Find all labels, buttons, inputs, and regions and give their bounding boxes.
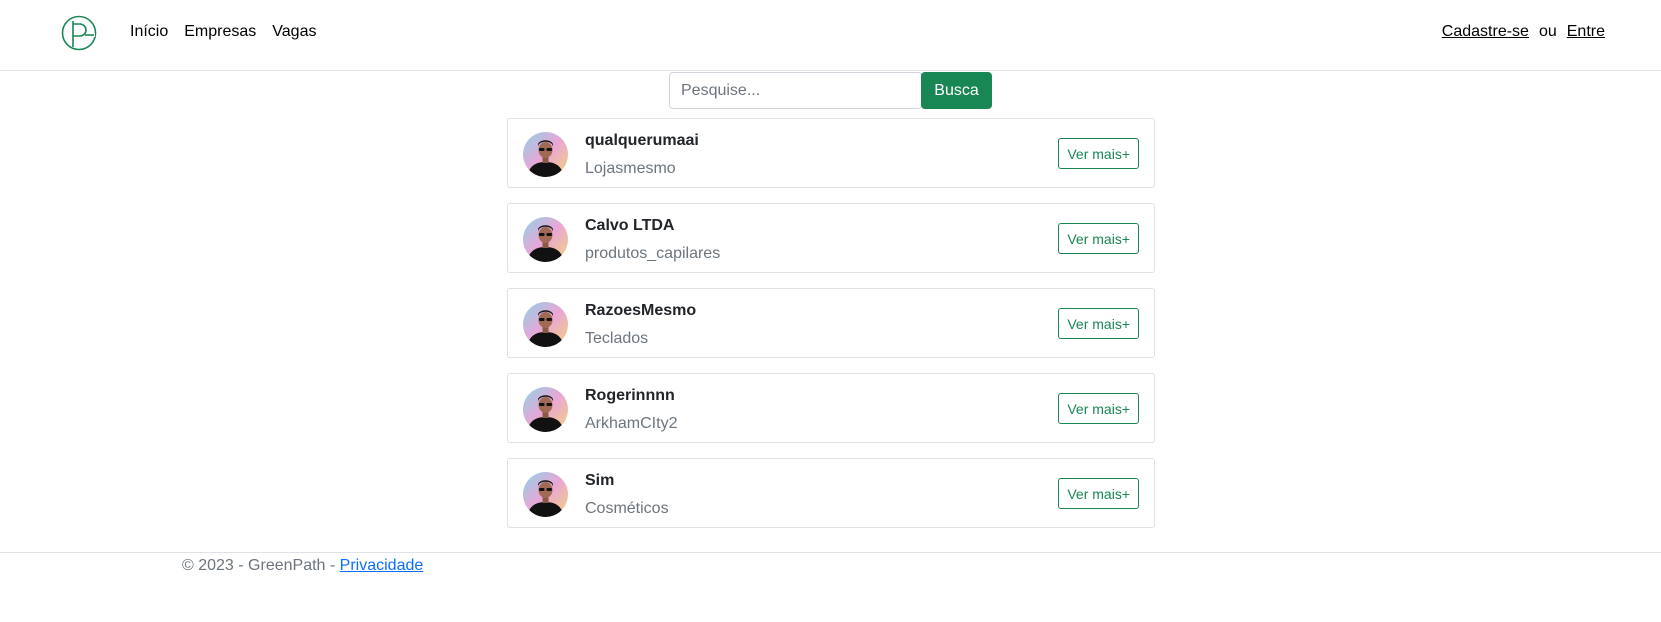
nav-inicio-link[interactable]: Início xyxy=(130,23,168,41)
company-name: Rogerinnnn xyxy=(585,387,675,404)
profile-photo-icon xyxy=(523,302,568,347)
login-link[interactable]: Entre xyxy=(1567,23,1605,40)
avatar xyxy=(523,132,568,177)
profile-photo-icon xyxy=(523,472,568,517)
company-card: Rogerinnnn ArkhamCIty2 Ver mais+ xyxy=(507,373,1155,443)
copyright-text: © 2023 - GreenPath - xyxy=(182,557,340,574)
auth-links: Cadastre-se ou Entre xyxy=(1442,23,1605,41)
company-category: Cosméticos xyxy=(585,500,669,517)
company-list: qualquerumaai Lojasmesmo Ver mais+ Calvo… xyxy=(507,118,1155,543)
company-name: qualquerumaai xyxy=(585,132,699,149)
company-category: produtos_capilares xyxy=(585,245,721,262)
see-more-button[interactable]: Ver mais+ xyxy=(1058,308,1139,339)
see-more-button[interactable]: Ver mais+ xyxy=(1058,138,1139,169)
see-more-button[interactable]: Ver mais+ xyxy=(1058,393,1139,424)
footer: © 2023 - GreenPath - Privacidade xyxy=(0,552,1661,622)
signup-link[interactable]: Cadastre-se xyxy=(1442,23,1529,40)
see-more-button[interactable]: Ver mais+ xyxy=(1058,223,1139,254)
see-more-button[interactable]: Ver mais+ xyxy=(1058,478,1139,509)
greenpath-logo-icon[interactable] xyxy=(61,15,97,51)
avatar xyxy=(523,387,568,432)
company-card: RazoesMesmo Teclados Ver mais+ xyxy=(507,288,1155,358)
search-form: Busca xyxy=(669,72,992,109)
profile-photo-icon xyxy=(523,217,568,262)
or-label: ou xyxy=(1538,23,1557,40)
company-card: qualquerumaai Lojasmesmo Ver mais+ xyxy=(507,118,1155,188)
company-card: Sim Cosméticos Ver mais+ xyxy=(507,458,1155,528)
search-input[interactable] xyxy=(669,72,922,109)
navbar: Início Empresas Vagas Cadastre-se ou Entre xyxy=(0,0,1661,71)
company-category: Teclados xyxy=(585,330,649,347)
search-button[interactable]: Busca xyxy=(921,72,992,109)
company-name: Sim xyxy=(585,472,615,489)
footer-text: © 2023 - GreenPath - Privacidade xyxy=(182,557,423,575)
company-name: Calvo LTDA xyxy=(585,217,675,234)
privacy-link[interactable]: Privacidade xyxy=(340,557,424,574)
company-category: ArkhamCIty2 xyxy=(585,415,678,432)
avatar xyxy=(523,217,568,262)
company-category: Lojasmesmo xyxy=(585,160,676,177)
avatar xyxy=(523,472,568,517)
profile-photo-icon xyxy=(523,132,568,177)
main-nav: Início Empresas Vagas xyxy=(130,23,332,41)
profile-photo-icon xyxy=(523,387,568,432)
nav-vagas-link[interactable]: Vagas xyxy=(272,23,316,41)
avatar xyxy=(523,302,568,347)
nav-empresas-link[interactable]: Empresas xyxy=(184,23,256,41)
company-card: Calvo LTDA produtos_capilares Ver mais+ xyxy=(507,203,1155,273)
company-name: RazoesMesmo xyxy=(585,302,697,319)
